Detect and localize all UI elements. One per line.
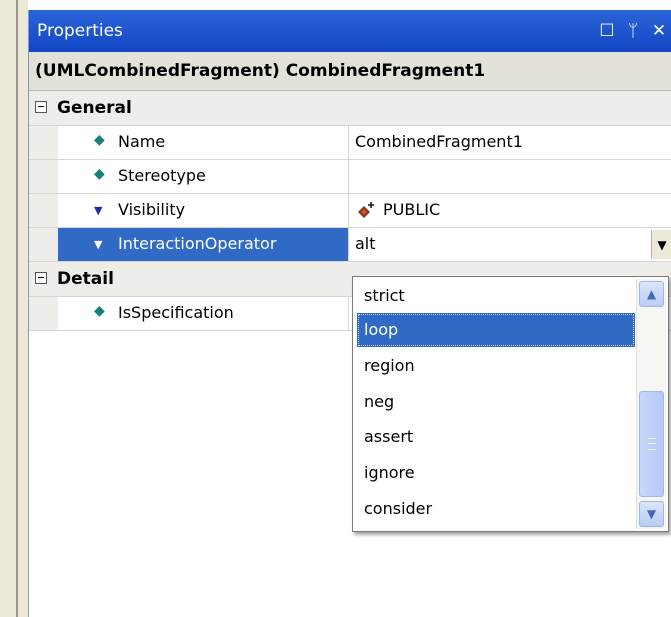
property-name-cell[interactable]: ▼ InteractionOperator xyxy=(58,228,349,261)
frame-edge xyxy=(16,0,18,617)
titlebar-buttons: ☐ ᛘ ✕ xyxy=(594,10,671,52)
left-frame xyxy=(0,0,28,617)
dropdown-triangle-icon: ▼ xyxy=(94,204,103,217)
property-value-cell[interactable]: PUBLIC xyxy=(349,194,671,227)
dropdown-option[interactable]: neg xyxy=(357,385,635,419)
property-row-name[interactable]: ◆ Name CombinedFragment1 xyxy=(29,126,671,160)
dropdown-option[interactable]: consider xyxy=(357,492,635,526)
diamond-icon: ◆ xyxy=(94,303,105,319)
property-row-visibility[interactable]: ▼ Visibility PUBLIC xyxy=(29,194,671,228)
scrollbar-thumb[interactable] xyxy=(639,391,664,497)
close-icon[interactable]: ✕ xyxy=(646,21,671,41)
dropdown-option-selected[interactable]: loop xyxy=(357,313,635,347)
dropdown-option[interactable]: ignore xyxy=(357,456,635,490)
chevron-down-icon: ▼ xyxy=(657,237,667,252)
diamond-icon: ◆ xyxy=(94,166,105,182)
category-general[interactable]: General xyxy=(29,91,671,126)
scroll-down-button[interactable]: ▼ xyxy=(639,501,664,527)
property-name-cell[interactable]: ◆ Name xyxy=(58,126,349,159)
scroll-up-button[interactable]: ▲ xyxy=(639,281,664,307)
property-name: Name xyxy=(118,132,166,151)
diamond-icon: ◆ xyxy=(94,132,105,148)
collapse-icon[interactable] xyxy=(35,272,47,284)
property-name: Visibility xyxy=(118,200,186,219)
pin-icon[interactable]: ᛘ xyxy=(620,21,646,41)
selected-object-header: (UMLCombinedFragment) CombinedFragment1 xyxy=(29,52,671,91)
property-name: Stereotype xyxy=(118,166,206,185)
property-name-cell[interactable]: ◆ IsSpecification xyxy=(58,297,349,330)
public-visibility-icon xyxy=(358,202,374,218)
selected-object-label: (UMLCombinedFragment) CombinedFragment1 xyxy=(35,61,486,81)
property-value-cell[interactable] xyxy=(349,160,671,193)
restore-icon[interactable]: ☐ xyxy=(594,21,620,41)
dropdown-arrow-button[interactable]: ▼ xyxy=(651,230,671,259)
category-label: Detail xyxy=(57,269,114,289)
category-label: General xyxy=(57,98,132,118)
panel-titlebar[interactable]: Properties ☐ ᛘ ✕ xyxy=(29,10,671,52)
dropdown-option[interactable]: assert xyxy=(357,420,635,454)
property-value[interactable]: CombinedFragment1 xyxy=(355,132,523,151)
chevron-down-icon: ▼ xyxy=(646,507,657,521)
dropdown-option[interactable]: region xyxy=(357,349,635,383)
dropdown-scrollbar[interactable]: ▲ ▼ xyxy=(636,279,666,529)
property-name-cell[interactable]: ◆ Stereotype xyxy=(58,160,349,193)
panel-title: Properties xyxy=(37,21,123,41)
property-row-stereotype[interactable]: ◆ Stereotype xyxy=(29,160,671,194)
dropdown-option[interactable]: strict xyxy=(357,279,635,313)
property-name-cell[interactable]: ▼ Visibility xyxy=(58,194,349,227)
property-row-interaction-operator[interactable]: ▼ InteractionOperator alt ▼ xyxy=(29,228,671,262)
grip-icon xyxy=(648,438,656,450)
property-name: InteractionOperator xyxy=(118,234,277,253)
interaction-operator-dropdown: strict loop region neg assert ignore con… xyxy=(352,276,669,532)
property-value[interactable]: alt xyxy=(355,234,376,253)
dropdown-triangle-icon: ▼ xyxy=(94,238,103,251)
property-name: IsSpecification xyxy=(118,303,234,322)
property-value-cell[interactable]: CombinedFragment1 xyxy=(349,126,671,159)
collapse-icon[interactable] xyxy=(35,101,47,113)
chevron-up-icon: ▲ xyxy=(646,287,657,301)
property-value[interactable]: PUBLIC xyxy=(383,200,440,219)
property-value-cell[interactable]: alt ▼ xyxy=(349,228,671,261)
